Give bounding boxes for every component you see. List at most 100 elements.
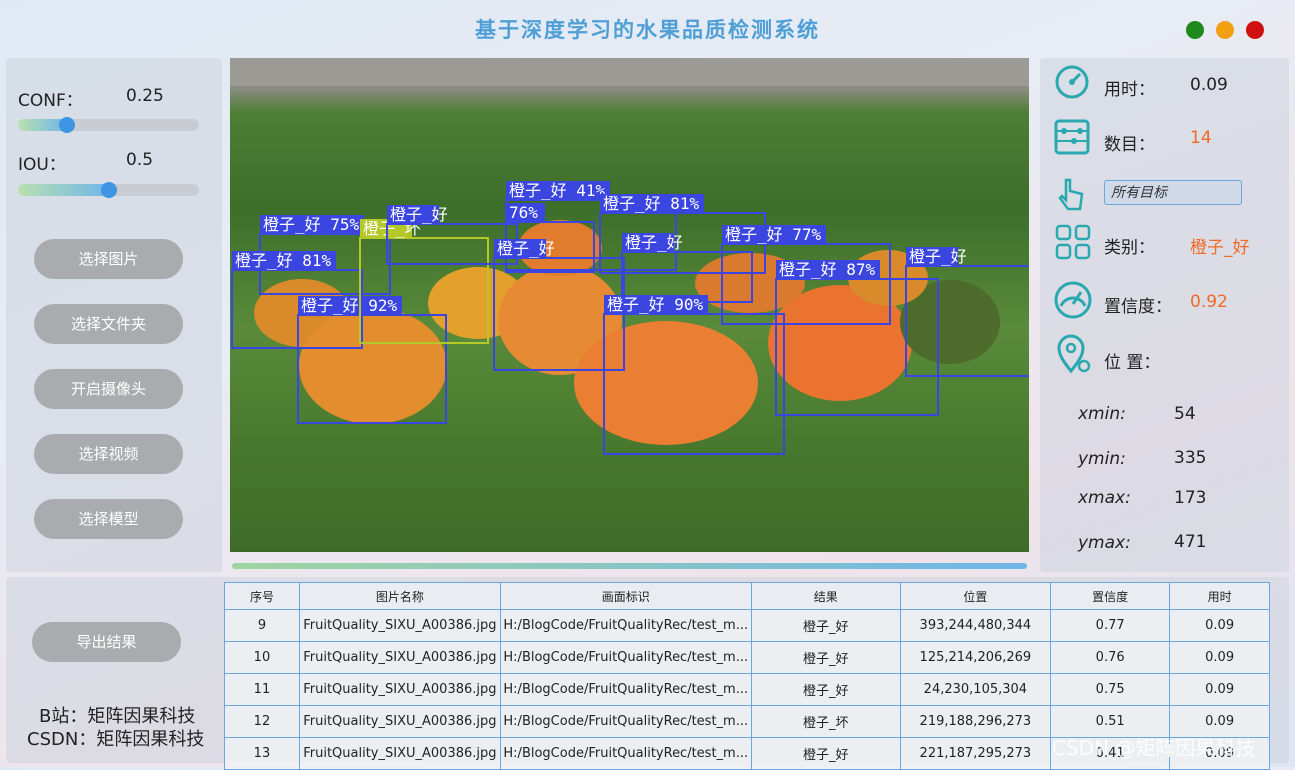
watermark: CSDN @矩阵因果科技 bbox=[1052, 736, 1256, 760]
stopwatch-icon bbox=[1055, 65, 1089, 99]
header-source-id[interactable]: 画面标识 bbox=[499, 582, 752, 610]
grid-icon bbox=[1055, 224, 1091, 260]
cell-image-name: FruitQuality_SIXU_A00386.jpg bbox=[298, 641, 501, 674]
progress-bar bbox=[232, 563, 1027, 569]
minimize-button[interactable] bbox=[1216, 21, 1234, 39]
detection-label: 橙子_好 bbox=[390, 205, 448, 224]
cell-source-id: H:/BlogCode/FruitQualityRec/test_m... bbox=[499, 673, 752, 706]
cell-position: 24,230,105,304 bbox=[899, 673, 1052, 706]
conf-slider-handle[interactable] bbox=[59, 117, 75, 133]
header-confidence[interactable]: 置信度 bbox=[1050, 582, 1171, 610]
ymax-label: ymax: bbox=[1078, 533, 1131, 553]
cell-result: 橙子_好 bbox=[750, 737, 901, 770]
cell-source-id: H:/BlogCode/FruitQualityRec/test_m... bbox=[499, 641, 752, 674]
iou-value: 0.5 bbox=[126, 150, 154, 170]
cell-time: 0.09 bbox=[1169, 609, 1270, 642]
wall-background bbox=[230, 58, 1029, 86]
detection-label: 橙子_好 81% bbox=[603, 194, 700, 213]
iou-slider[interactable] bbox=[18, 182, 199, 198]
app-title: 基于深度学习的水果品质检测系统 bbox=[475, 17, 820, 42]
confidence-value: 0.92 bbox=[1190, 292, 1228, 312]
select-image-button[interactable]: 选择图片 bbox=[34, 239, 183, 279]
time-label: 用时： bbox=[1104, 80, 1155, 100]
iou-label: IOU： bbox=[18, 155, 66, 175]
pointer-icon bbox=[1058, 178, 1084, 211]
abacus-icon bbox=[1054, 119, 1090, 155]
csdn-credit: CSDN：矩阵因果科技 bbox=[27, 729, 205, 750]
cell-index: 12 bbox=[224, 705, 300, 738]
cell-confidence: 0.75 bbox=[1050, 673, 1171, 706]
detection-label: 橙子_好 77% bbox=[725, 225, 822, 244]
xmax-label: xmax: bbox=[1078, 488, 1131, 508]
table-header-row: 序号 图片名称 画面标识 结果 位置 置信度 用时 bbox=[224, 582, 1270, 610]
open-camera-button[interactable]: 开启摄像头 bbox=[34, 369, 183, 409]
detection-label: 橙子_好 81% bbox=[235, 251, 332, 270]
header-index[interactable]: 序号 bbox=[224, 582, 300, 610]
detection-label: 橙子_好 41% bbox=[509, 181, 606, 200]
count-value: 14 bbox=[1190, 128, 1212, 148]
cell-source-id: H:/BlogCode/FruitQualityRec/test_m... bbox=[499, 609, 752, 642]
cell-time: 0.09 bbox=[1169, 641, 1270, 674]
time-value: 0.09 bbox=[1190, 75, 1228, 95]
ymin-value: 335 bbox=[1174, 448, 1207, 468]
detection-label: 76% bbox=[509, 203, 538, 222]
cell-source-id: H:/BlogCode/FruitQualityRec/test_m... bbox=[499, 737, 752, 770]
cell-result: 橙子_好 bbox=[750, 673, 901, 706]
cell-image-name: FruitQuality_SIXU_A00386.jpg bbox=[298, 609, 501, 642]
cell-index: 11 bbox=[224, 673, 300, 706]
class-label: 类别： bbox=[1104, 238, 1155, 258]
conf-label: CONF： bbox=[18, 91, 83, 111]
export-results-button[interactable]: 导出结果 bbox=[32, 622, 181, 662]
xmax-value: 173 bbox=[1174, 488, 1207, 508]
xmin-value: 54 bbox=[1174, 404, 1196, 424]
cell-result: 橙子_坏 bbox=[750, 705, 901, 738]
conf-slider[interactable] bbox=[18, 117, 199, 133]
position-label: 位 置： bbox=[1104, 353, 1161, 373]
orange-fruits bbox=[254, 220, 1000, 445]
select-video-button[interactable]: 选择视频 bbox=[34, 434, 183, 474]
cell-index: 10 bbox=[224, 641, 300, 674]
cell-position: 125,214,206,269 bbox=[899, 641, 1052, 674]
cell-result: 橙子_好 bbox=[750, 609, 901, 642]
table-row[interactable]: 11 FruitQuality_SIXU_A00386.jpg H:/BlogC… bbox=[224, 673, 1270, 706]
detection-label: 橙子_好 87% bbox=[779, 260, 876, 279]
cell-index: 9 bbox=[224, 609, 300, 642]
cell-index: 13 bbox=[224, 737, 300, 770]
class-value: 橙子_好 bbox=[1190, 238, 1250, 258]
cell-time: 0.09 bbox=[1169, 673, 1270, 706]
xmin-label: xmin: bbox=[1078, 404, 1126, 424]
detection-label: 橙子_好 bbox=[909, 247, 967, 266]
table-row[interactable]: 9 FruitQuality_SIXU_A00386.jpg H:/BlogCo… bbox=[224, 609, 1270, 642]
cell-confidence: 0.77 bbox=[1050, 609, 1171, 642]
detection-overlay: 橙子_好 75%橙子_好 81%橙子_好 92%橙子_坏橙子_好橙子_好 41%… bbox=[230, 58, 1029, 455]
confidence-label: 置信度： bbox=[1104, 297, 1172, 317]
maximize-button[interactable] bbox=[1186, 21, 1204, 39]
conf-value: 0.25 bbox=[126, 86, 164, 106]
header-image-name[interactable]: 图片名称 bbox=[298, 582, 501, 610]
cell-result: 橙子_好 bbox=[750, 641, 901, 674]
cell-source-id: H:/BlogCode/FruitQualityRec/test_m... bbox=[499, 705, 752, 738]
select-model-button[interactable]: 选择模型 bbox=[34, 499, 183, 539]
detection-image-view: 橙子_好 75% 橙子_好 81% 橙子_好 92% 橙子_坏 橙子_好 橙子_好 41%… bbox=[230, 58, 1029, 552]
target-select[interactable]: 所有目标 bbox=[1104, 180, 1242, 205]
cell-position: 393,244,480,344 bbox=[899, 609, 1052, 642]
cell-image-name: FruitQuality_SIXU_A00386.jpg bbox=[298, 705, 501, 738]
location-pin-icon bbox=[1057, 334, 1091, 374]
ymax-value: 471 bbox=[1174, 532, 1207, 552]
count-label: 数目： bbox=[1104, 135, 1155, 155]
detection-label: 橙子_好 bbox=[497, 239, 555, 258]
header-time[interactable]: 用时 bbox=[1169, 582, 1270, 610]
cell-image-name: FruitQuality_SIXU_A00386.jpg bbox=[298, 737, 501, 770]
select-folder-button[interactable]: 选择文件夹 bbox=[34, 304, 183, 344]
header-position[interactable]: 位置 bbox=[899, 582, 1052, 610]
iou-slider-handle[interactable] bbox=[101, 182, 117, 198]
cell-confidence: 0.76 bbox=[1050, 641, 1171, 674]
header-result[interactable]: 结果 bbox=[750, 582, 901, 610]
detection-label: 橙子_好 90% bbox=[607, 295, 704, 314]
table-row[interactable]: 10 FruitQuality_SIXU_A00386.jpg H:/BlogC… bbox=[224, 641, 1270, 674]
detection-label: 橙子_好 75% bbox=[263, 215, 360, 234]
cell-image-name: FruitQuality_SIXU_A00386.jpg bbox=[298, 673, 501, 706]
cell-position: 219,188,296,273 bbox=[899, 705, 1052, 738]
cell-position: 221,187,295,273 bbox=[899, 737, 1052, 770]
close-button[interactable] bbox=[1246, 21, 1264, 39]
